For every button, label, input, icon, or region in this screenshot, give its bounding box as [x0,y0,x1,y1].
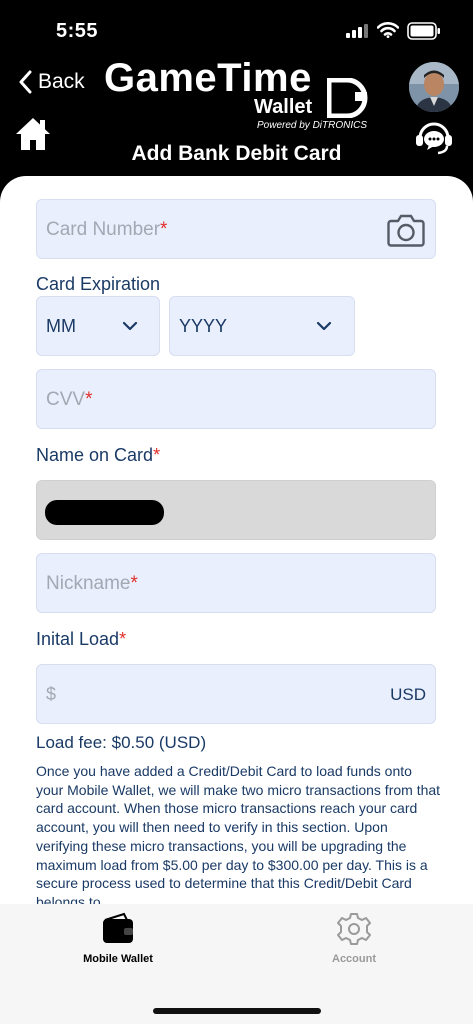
back-button[interactable]: Back [18,70,85,94]
required-asterisk: * [160,219,168,240]
month-value: MM [46,316,76,336]
form-panel: Card Number* Card Expiration MM YYYY CVV… [0,176,473,904]
chevron-left-icon [19,70,32,94]
page-title: Add Bank Debit Card [131,142,342,165]
avatar[interactable] [409,62,459,112]
chevron-down-icon [316,321,332,331]
card-number-placeholder: Card Number* [46,219,167,241]
verification-description: Once you have added a Credit/Debit Card … [36,763,441,904]
cvv-placeholder-text: CVV [46,389,86,410]
required-asterisk: * [130,573,138,594]
app-header: Back GameTime Wallet Powered by DiTRONIC… [0,50,473,185]
year-value: YYYY [179,316,228,336]
load-fee-text: Load fee: $0.50 (USD) [36,733,207,752]
logo-powered-by: Powered by DiTRONICS [257,120,368,131]
gear-icon [337,913,371,945]
card-number-placeholder-text: Card Number [46,219,161,240]
logo-text: GameTime [104,56,312,100]
wallet-icon [103,912,133,943]
status-time: 5:55 [56,20,99,42]
bottom-tab-bar: Mobile Wallet Account [0,904,473,1024]
cvv-placeholder: CVV* [46,389,92,411]
home-indicator [153,1008,321,1014]
name-on-card-label: Name on Card* [36,445,160,466]
nickname-placeholder-text: Nickname [46,573,131,594]
tab-account-label: Account [332,953,376,965]
required-asterisk: * [119,629,127,649]
ditronics-mark-icon [327,78,368,118]
initial-load-label: Inital Load* [36,629,126,650]
nickname-placeholder: Nickname* [46,573,138,595]
tab-mobile-wallet-label: Mobile Wallet [83,953,153,965]
initial-load-amount-field[interactable]: $ USD [36,664,436,724]
redacted-name [45,500,164,525]
currency-code: USD [390,685,426,704]
nickname-field[interactable]: Nickname* [36,553,436,613]
camera-icon[interactable] [387,213,425,247]
currency-symbol: $ [46,684,57,704]
expiration-year-select[interactable]: YYYY [169,296,355,356]
required-asterisk: * [85,389,93,410]
cellular-signal-icon [346,24,368,38]
user-photo [409,62,459,112]
battery-icon [407,22,440,40]
required-asterisk: * [153,445,161,465]
back-label: Back [38,70,85,93]
name-on-card-label-text: Name on Card [36,445,154,465]
tab-account[interactable]: Account [279,910,429,970]
chevron-down-icon [122,321,138,331]
logo-wallet-text: Wallet [254,96,313,118]
tab-mobile-wallet[interactable]: Mobile Wallet [43,910,193,970]
cvv-field[interactable]: CVV* [36,369,436,429]
gametime-wallet-logo: GameTime Wallet Powered by DiTRONICS [104,56,370,131]
expiration-month-select[interactable]: MM [36,296,160,356]
initial-load-label-text: Inital Load [36,629,120,649]
card-number-field[interactable]: Card Number* [36,199,436,259]
card-expiration-label: Card Expiration [36,274,161,294]
name-on-card-field [36,480,436,540]
wifi-icon [377,22,399,38]
